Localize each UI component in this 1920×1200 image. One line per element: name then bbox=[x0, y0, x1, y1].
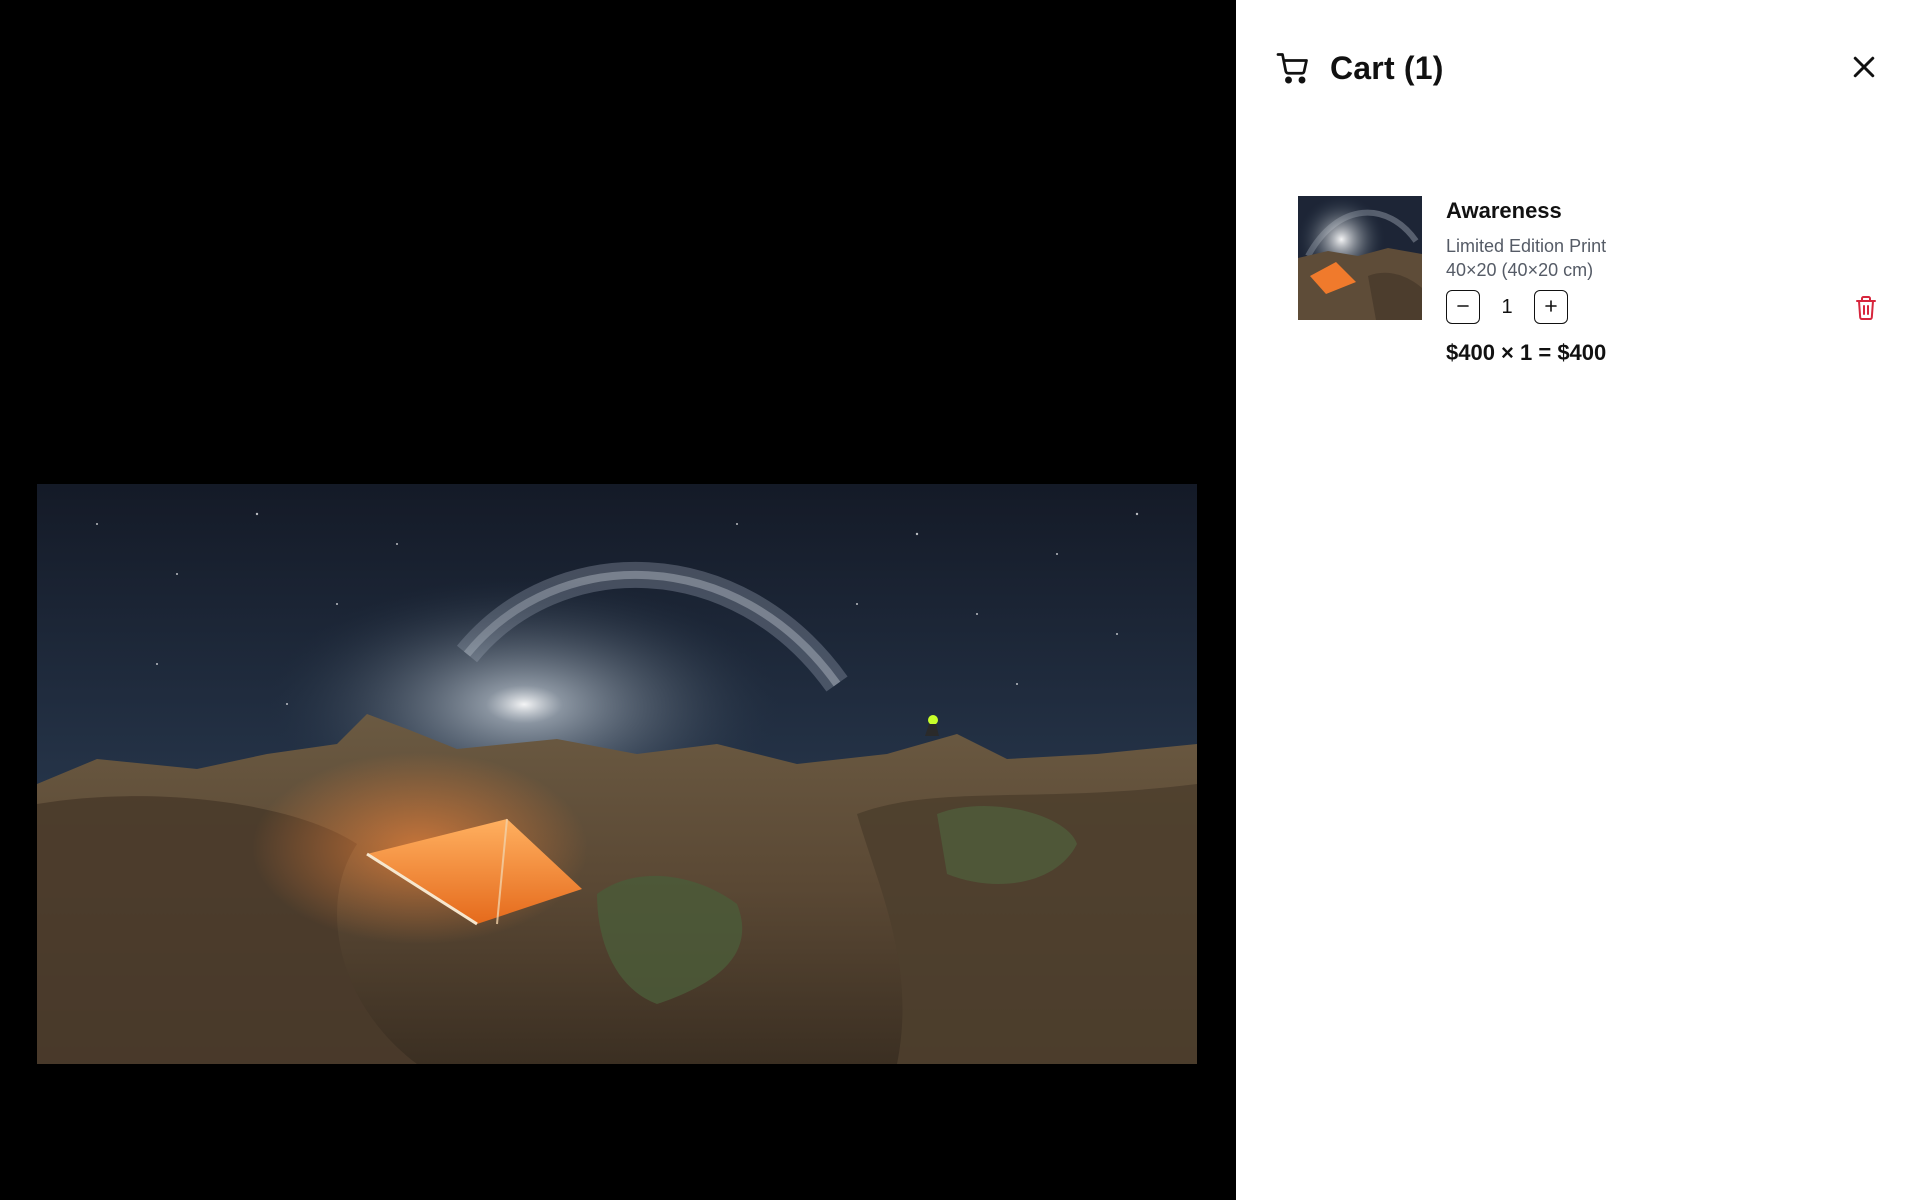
cart-item-line-total: $400 × 1 = $400 bbox=[1446, 340, 1607, 365]
close-button[interactable] bbox=[1846, 50, 1882, 86]
decrement-quantity-button[interactable] bbox=[1446, 290, 1480, 324]
cart-drawer: Cart (1) Awareness Limited Edition Print… bbox=[1236, 0, 1920, 1200]
plus-icon bbox=[1543, 298, 1559, 317]
backdrop[interactable] bbox=[0, 0, 1236, 1200]
cart-item-size: 40×20 (40×20 cm) bbox=[1446, 260, 1594, 280]
cart-item: Awareness Limited Edition Print 40×20 (4… bbox=[1298, 196, 1882, 376]
cart-item-type: Limited Edition Print bbox=[1446, 236, 1607, 256]
cart-header: Cart (1) bbox=[1274, 44, 1882, 92]
remove-item-button[interactable] bbox=[1850, 292, 1882, 326]
artwork-preview-image bbox=[37, 484, 1197, 1064]
trash-icon bbox=[1854, 295, 1878, 324]
quantity-stepper: 1 bbox=[1446, 290, 1882, 324]
cart-title: Cart (1) bbox=[1330, 49, 1444, 86]
quantity-value: 1 bbox=[1501, 295, 1513, 318]
cart-icon bbox=[1274, 49, 1312, 87]
increment-quantity-button[interactable] bbox=[1534, 290, 1568, 324]
cart-item-details: Awareness Limited Edition Print 40×20 (4… bbox=[1446, 196, 1882, 366]
cart-item-name: Awareness bbox=[1446, 198, 1562, 223]
cart-item-thumbnail bbox=[1298, 196, 1422, 320]
close-icon bbox=[1849, 52, 1879, 85]
minus-icon bbox=[1455, 298, 1471, 317]
